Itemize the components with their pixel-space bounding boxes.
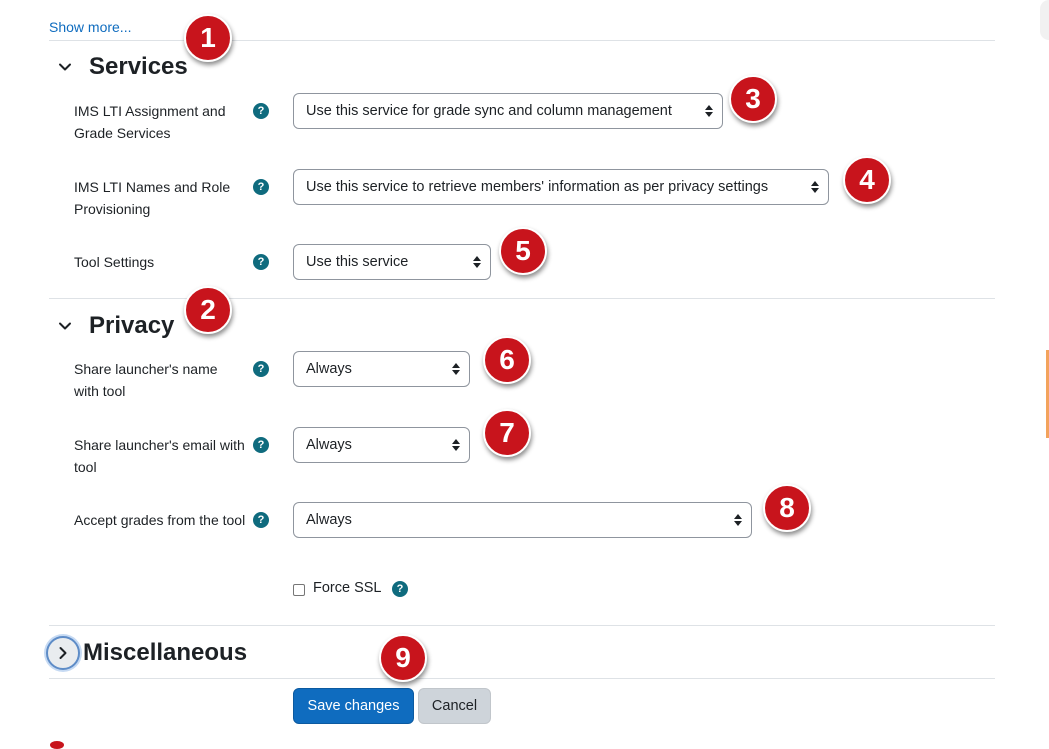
- annotation-badge: 3: [729, 75, 777, 123]
- select-value: Use this service: [306, 254, 409, 270]
- chevron-right-icon[interactable]: [46, 636, 80, 670]
- help-icon[interactable]: ?: [253, 512, 269, 528]
- help-icon[interactable]: ?: [253, 361, 269, 377]
- share-name-select[interactable]: Always: [293, 351, 470, 387]
- select-value: Always: [306, 437, 352, 453]
- select-value: Always: [306, 361, 352, 377]
- select-value: Use this service for grade sync and colu…: [306, 103, 672, 119]
- share-email-label: Share launcher's email with tool: [74, 437, 245, 475]
- edge-badge-fragment: [50, 741, 64, 749]
- privacy-section-header[interactable]: Privacy: [52, 308, 174, 344]
- force-ssl-checkbox[interactable]: [293, 584, 305, 596]
- annotation-badge: 1: [184, 14, 232, 62]
- grade-services-label: IMS LTI Assignment and Grade Services: [74, 103, 226, 141]
- annotation-badge: 9: [379, 634, 427, 682]
- share-name-label: Share launcher's name with tool: [74, 361, 218, 399]
- help-icon[interactable]: ?: [253, 179, 269, 195]
- annotation-badge: 2: [184, 286, 232, 334]
- divider: [49, 678, 995, 679]
- save-changes-button[interactable]: Save changes: [293, 688, 414, 724]
- select-arrows-icon: [811, 181, 819, 193]
- select-value: Always: [306, 512, 352, 528]
- services-section-header[interactable]: Services: [52, 49, 188, 85]
- chevron-down-icon[interactable]: [52, 313, 78, 339]
- show-more-link[interactable]: Show more...: [49, 19, 131, 35]
- section-title: Privacy: [89, 312, 175, 339]
- section-title: Services: [89, 53, 188, 80]
- names-roles-select[interactable]: Use this service to retrieve members' in…: [293, 169, 829, 205]
- annotation-badge: 5: [499, 227, 547, 275]
- cancel-button[interactable]: Cancel: [418, 688, 491, 724]
- help-icon[interactable]: ?: [253, 437, 269, 453]
- grade-services-select[interactable]: Use this service for grade sync and colu…: [293, 93, 723, 129]
- annotation-badge: 7: [483, 409, 531, 457]
- select-arrows-icon: [734, 514, 742, 526]
- share-email-select[interactable]: Always: [293, 427, 470, 463]
- select-arrows-icon: [705, 105, 713, 117]
- help-icon[interactable]: ?: [253, 103, 269, 119]
- accept-grades-select[interactable]: Always: [293, 502, 752, 538]
- select-arrows-icon: [473, 256, 481, 268]
- select-arrows-icon: [452, 363, 460, 375]
- force-ssl-label: Force SSL: [313, 580, 382, 596]
- tool-settings-label: Tool Settings: [74, 254, 155, 270]
- annotation-badge: 8: [763, 484, 811, 532]
- divider: [49, 625, 995, 626]
- select-value: Use this service to retrieve members' in…: [306, 179, 769, 195]
- section-title: Miscellaneous: [83, 639, 248, 666]
- annotation-badge: 6: [483, 336, 531, 384]
- tool-settings-select[interactable]: Use this service: [293, 244, 491, 280]
- names-roles-label: IMS LTI Names and Role Provisioning: [74, 179, 231, 217]
- edge-widget-fragment: [1040, 0, 1049, 40]
- annotation-badge: 4: [843, 156, 891, 204]
- help-icon[interactable]: ?: [253, 254, 269, 270]
- help-icon[interactable]: ?: [392, 581, 408, 597]
- misc-section-header[interactable]: Miscellaneous: [46, 635, 248, 671]
- chevron-down-icon[interactable]: [52, 54, 78, 80]
- select-arrows-icon: [452, 439, 460, 451]
- accept-grades-label: Accept grades from the tool: [74, 512, 246, 528]
